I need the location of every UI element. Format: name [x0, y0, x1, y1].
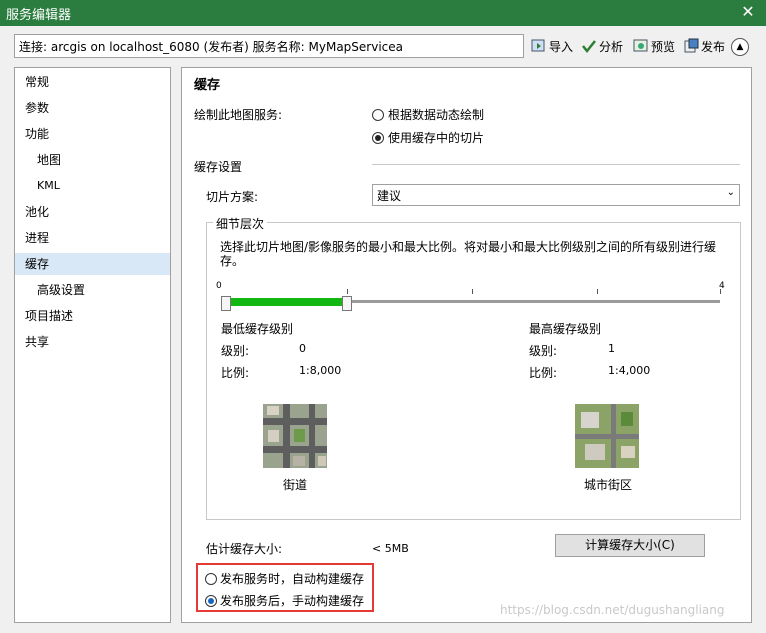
slider-tick — [472, 289, 473, 294]
sidebar-item-sharing[interactable]: 共享 — [15, 331, 180, 353]
city-blocks-map-thumbnail — [575, 404, 639, 468]
preview-button[interactable]: 预览 — [633, 36, 675, 56]
min-scale-slider-handle[interactable] — [221, 296, 231, 311]
draw-cache-option[interactable]: 使用缓存中的切片 — [372, 129, 484, 146]
draw-cache-radio[interactable] — [372, 131, 384, 144]
max-level-label: 级别: — [529, 344, 558, 358]
preview-label: 预览 — [651, 39, 676, 54]
preview-icon — [633, 38, 649, 54]
manual-build-label: 发布服务后，手动构建缓存 — [220, 594, 365, 608]
max-scale-slider-handle[interactable] — [342, 296, 352, 311]
connection-info-field: 连接: arcgis on localhost_6080 (发布者) 服务名称:… — [14, 34, 524, 58]
slider-min-label: 0 — [216, 281, 222, 291]
draw-dynamic-label: 根据数据动态绘制 — [388, 108, 485, 122]
import-button[interactable]: 导入 — [531, 36, 573, 56]
max-scale-label: 比例: — [529, 366, 558, 380]
draw-cache-label: 使用缓存中的切片 — [388, 131, 485, 145]
sidebar-item-processes[interactable]: 进程 — [15, 227, 180, 249]
collapse-up-icon[interactable]: ▲ — [731, 38, 749, 56]
streets-caption: 街道 — [283, 478, 308, 492]
sidebar-item-kml[interactable]: KML — [15, 175, 192, 197]
close-icon[interactable]: ✕ — [738, 2, 758, 22]
estimate-cache-size-value: < 5MB — [372, 542, 409, 555]
slider-tick — [720, 289, 721, 294]
min-cache-level-title: 最低缓存级别 — [221, 322, 294, 336]
draw-dynamic-option[interactable]: 根据数据动态绘制 — [372, 106, 484, 123]
min-scale-label: 比例: — [221, 366, 250, 380]
slider-tick — [597, 289, 598, 294]
chevron-down-icon: ⌄ — [726, 187, 735, 198]
sidebar-item-advanced-settings[interactable]: 高级设置 — [15, 279, 192, 301]
scale-slider-range — [226, 298, 347, 306]
tiling-scheme-value: 建议 — [377, 189, 402, 203]
import-icon — [531, 38, 547, 54]
window-title: 服务编辑器 — [6, 8, 72, 23]
estimate-cache-size-label: 估计缓存大小: — [206, 542, 283, 556]
watermark-text: https://blog.csdn.net/dugushangliang — [500, 603, 725, 617]
min-scale-value: 1:8,000 — [299, 364, 342, 377]
checkmark-icon — [581, 38, 597, 54]
max-cache-level-title: 最高缓存级别 — [529, 322, 602, 336]
min-level-label: 级别: — [221, 344, 250, 358]
analyze-button[interactable]: 分析 — [581, 36, 623, 56]
min-level-value: 0 — [299, 342, 306, 355]
max-level-value: 1 — [608, 342, 615, 355]
import-label: 导入 — [549, 39, 574, 54]
tiling-scheme-label: 切片方案: — [206, 190, 259, 204]
publish-icon — [683, 38, 699, 54]
sidebar-item-parameters[interactable]: 参数 — [15, 97, 180, 119]
slider-tick — [347, 289, 348, 294]
sidebar-nav: 常规 参数 功能 地图 KML 池化 进程 缓存 高级设置 项目描述 共享 — [14, 67, 171, 623]
sidebar-item-map[interactable]: 地图 — [15, 149, 192, 171]
auto-build-option[interactable]: 发布服务时，自动构建缓存 — [205, 570, 364, 587]
manual-build-option[interactable]: 发布服务后，手动构建缓存 — [205, 592, 364, 609]
auto-build-radio[interactable] — [205, 572, 217, 585]
publish-label: 发布 — [701, 39, 726, 54]
streets-map-thumbnail — [263, 404, 327, 468]
tiling-scheme-select[interactable]: 建议 ⌄ — [372, 184, 740, 206]
sidebar-item-item-description[interactable]: 项目描述 — [15, 305, 180, 327]
auto-build-label: 发布服务时，自动构建缓存 — [220, 572, 365, 586]
publish-button[interactable]: 发布 — [683, 36, 725, 56]
draw-service-label: 绘制此地图服务: — [194, 108, 283, 122]
lod-description: 选择此切片地图/影像服务的最小和最大比例。将对最小和最大比例级别之间的所有级别进… — [220, 240, 717, 268]
max-scale-value: 1:4,000 — [608, 364, 651, 377]
city-blocks-caption: 城市街区 — [584, 478, 633, 492]
sidebar-item-pooling[interactable]: 池化 — [15, 201, 180, 223]
analyze-label: 分析 — [599, 39, 624, 54]
page-title: 缓存 — [194, 78, 221, 93]
title-bar: 服务编辑器 ✕ — [0, 0, 766, 26]
draw-dynamic-radio[interactable] — [372, 108, 384, 121]
sidebar-item-capabilities[interactable]: 功能 — [15, 123, 180, 145]
divider — [372, 164, 740, 165]
cache-settings-label: 缓存设置 — [194, 160, 243, 174]
sidebar-item-general[interactable]: 常规 — [15, 71, 180, 93]
sidebar-item-caching[interactable]: 缓存 — [15, 253, 170, 275]
manual-build-radio[interactable] — [205, 594, 217, 607]
calculate-cache-size-button[interactable]: 计算缓存大小(C) — [555, 534, 705, 557]
level-of-detail-legend: 细节层次 — [213, 215, 268, 232]
